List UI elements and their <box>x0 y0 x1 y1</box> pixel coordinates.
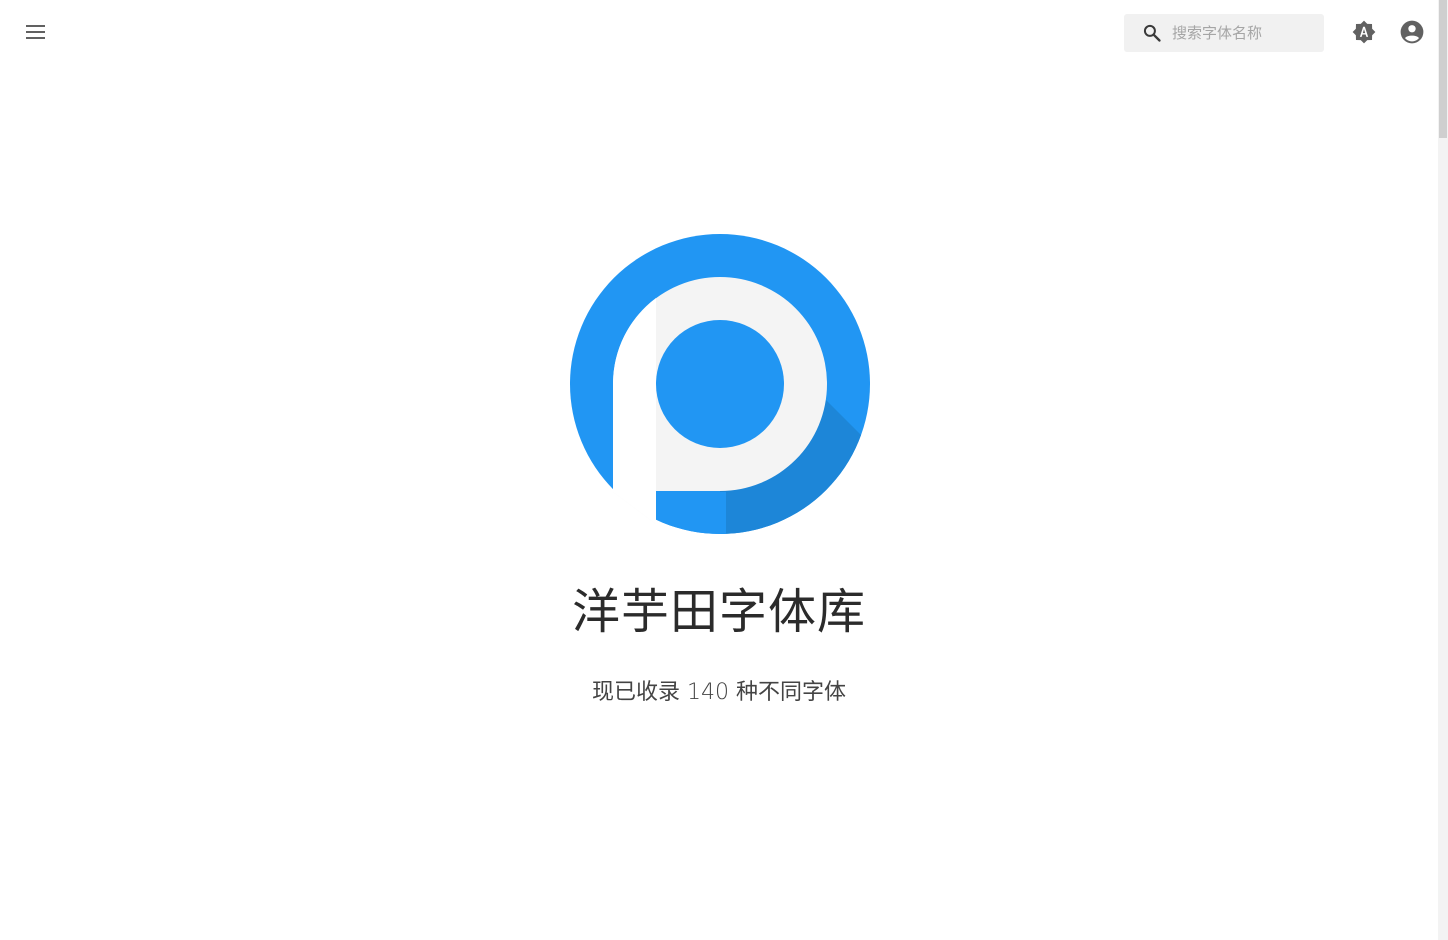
font-count-subtitle: 现已收录 140 种不同字体 <box>592 680 846 705</box>
top-app-bar <box>0 0 1438 64</box>
account-button[interactable] <box>1398 18 1426 46</box>
page: 洋芋田字体库 现已收录 140 种不同字体 <box>0 0 1448 940</box>
menu-button[interactable] <box>20 16 52 48</box>
scrollbar[interactable] <box>1438 0 1448 940</box>
menu-icon <box>26 25 45 39</box>
search-input[interactable] <box>1172 18 1322 48</box>
brightness-auto-icon <box>1352 20 1376 44</box>
theme-toggle-button[interactable] <box>1350 18 1378 46</box>
account-circle-icon <box>1400 20 1424 44</box>
site-logo <box>570 234 870 534</box>
page-title: 洋芋田字体库 <box>571 584 866 640</box>
search-icon <box>1143 24 1161 42</box>
scrollbar-thumb[interactable] <box>1439 0 1447 138</box>
search-box[interactable] <box>1124 14 1324 52</box>
